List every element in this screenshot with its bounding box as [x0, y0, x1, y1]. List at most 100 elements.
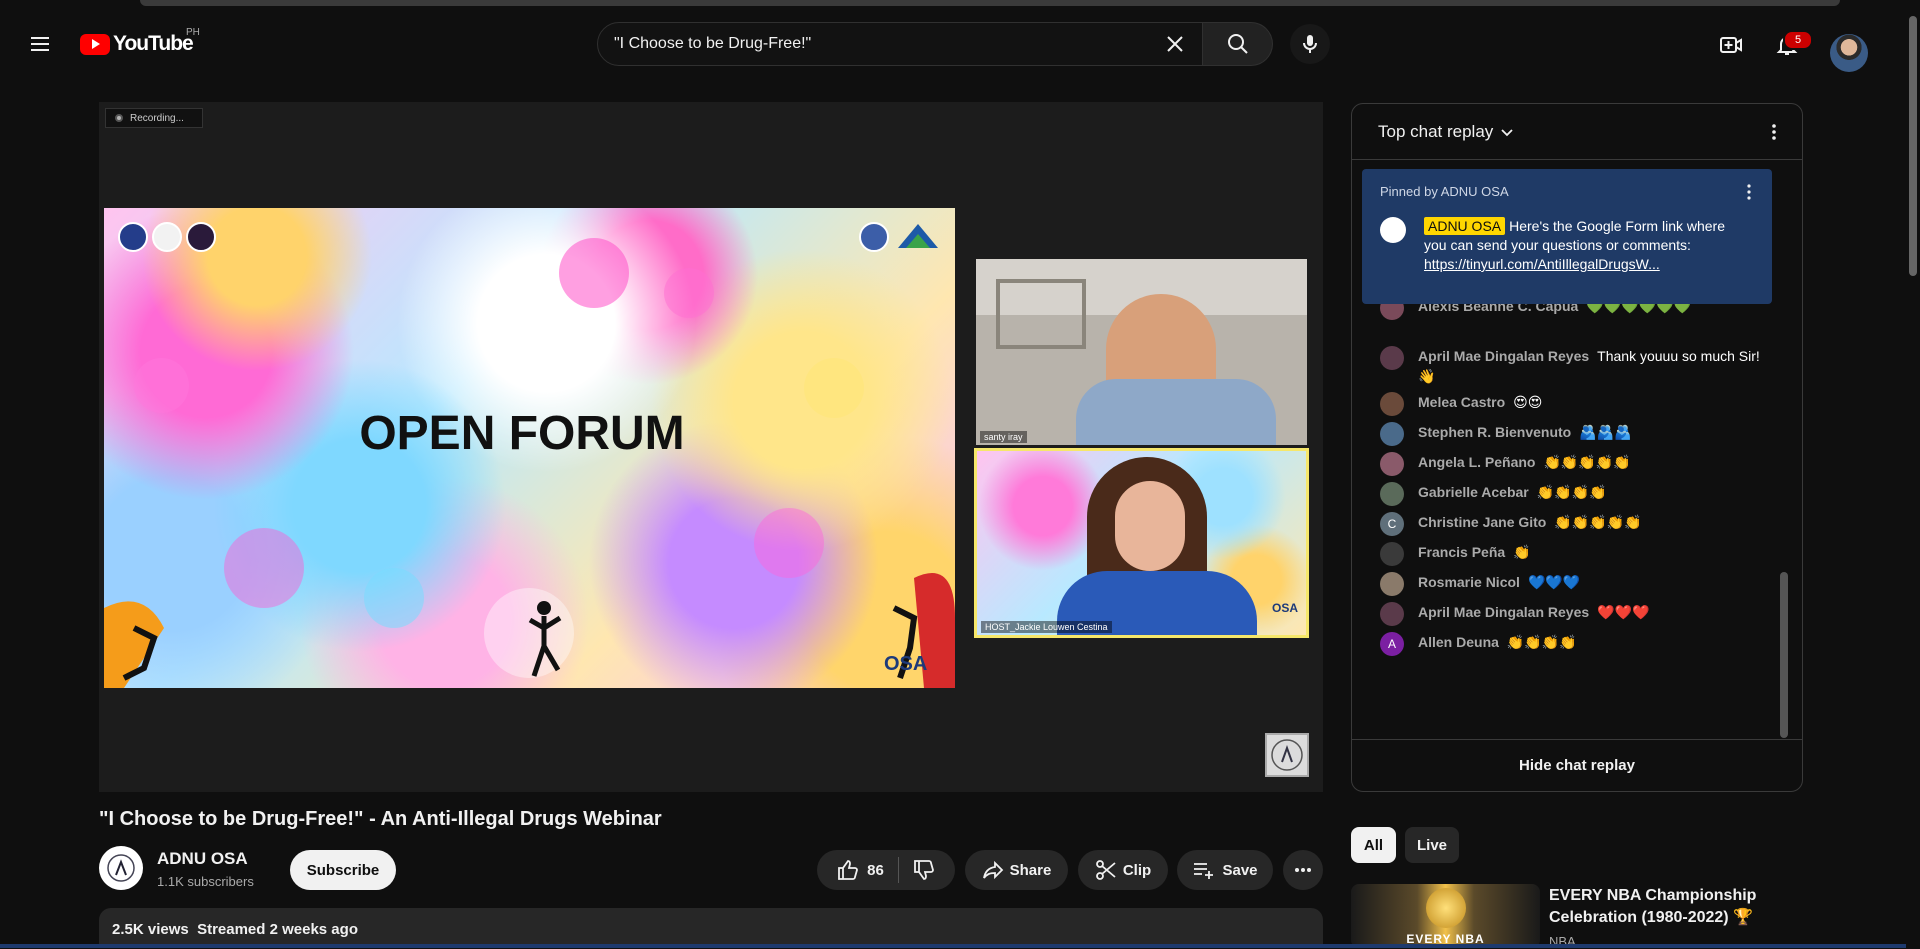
search-button[interactable] [1203, 22, 1273, 66]
chat-message-body: Stephen R. Bienvenuto 🫂🫂🫂 [1418, 422, 1632, 442]
chat-menu-icon[interactable] [1764, 122, 1784, 142]
chat-message: Stephen R. Bienvenuto 🫂🫂🫂 [1380, 422, 1780, 446]
youtube-logo[interactable]: YouTube PH [80, 27, 200, 56]
clear-search-icon[interactable] [1164, 33, 1186, 55]
chat-mode-label: Top chat replay [1378, 121, 1494, 141]
chat-author-avatar[interactable]: C [1380, 512, 1404, 536]
chat-author-avatar[interactable] [1380, 572, 1404, 596]
chat-header[interactable]: Top chat replay [1352, 104, 1802, 160]
chat-author-name[interactable]: April Mae Dingalan Reyes [1418, 604, 1589, 620]
save-label: Save [1222, 861, 1258, 879]
share-button[interactable]: Share [965, 850, 1068, 890]
osa-logo: OSA [1272, 601, 1299, 615]
channel-avatar[interactable] [99, 846, 143, 890]
play-icon [80, 33, 110, 55]
chat-author-avatar[interactable] [1380, 422, 1404, 446]
save-button[interactable]: Save [1177, 850, 1273, 890]
slide-title: OPEN FORUM [359, 407, 685, 460]
related-video-thumbnail[interactable]: EVERY NBA [1351, 884, 1540, 948]
chat-author-avatar[interactable] [1380, 482, 1404, 506]
browser-top-strip [0, 0, 1920, 8]
clip-button[interactable]: Clip [1078, 850, 1168, 890]
seal-logo [152, 222, 182, 252]
menu-icon[interactable] [24, 28, 56, 60]
chat-message-body: Francis Peña 👏 [1418, 542, 1531, 562]
related-video-title[interactable]: EVERY NBA Championship Celebration (1980… [1549, 885, 1779, 929]
pinned-author-avatar [1380, 217, 1406, 243]
hide-chat-button[interactable]: Hide chat replay [1352, 739, 1802, 791]
filter-chip-all[interactable]: All [1351, 827, 1396, 863]
recording-label: Recording... [130, 112, 184, 124]
chat-author-name[interactable]: April Mae Dingalan Reyes [1418, 348, 1589, 364]
chat-message: April Mae Dingalan Reyes Thank youuu so m… [1380, 346, 1780, 386]
video-player[interactable]: Recording... OPEN FORUM OSA santy iray O… [99, 102, 1323, 792]
header: YouTube PH 5 [0, 8, 1920, 80]
pinned-author-chip: ADNU OSA [1424, 217, 1506, 235]
chat-message: Angela L. Peñano 👏👏👏👏👏 [1380, 452, 1780, 476]
pinned-by-label: Pinned by ADNU OSA [1380, 184, 1509, 199]
chat-author-avatar[interactable] [1380, 452, 1404, 476]
chat-author-name[interactable]: Angela L. Peñano [1418, 454, 1535, 470]
stream-date: Streamed 2 weeks ago [197, 921, 358, 938]
like-button[interactable]: 86 [837, 859, 884, 881]
filter-chip-live[interactable]: Live [1405, 827, 1459, 863]
pinned-text: ADNU OSA Here's the Google Form link wher… [1424, 217, 1734, 274]
chat-message: Rosmarie Nicol 💙💙💙 [1380, 572, 1780, 596]
dislike-button[interactable] [913, 859, 935, 881]
share-icon [982, 860, 1003, 880]
chat-message: Gabrielle Acebar 👏👏👏👏 [1380, 482, 1780, 506]
chat-author-avatar[interactable] [1380, 392, 1404, 416]
scissors-icon [1095, 860, 1116, 880]
seal-logo [859, 222, 889, 252]
chat-message: Melea Castro 😍😍 [1380, 392, 1780, 416]
chat-message-body: Gabrielle Acebar 👏👏👏👏 [1418, 482, 1607, 502]
pinned-link[interactable]: https://tinyurl.com/AntiIllegalDrugsW... [1424, 256, 1660, 272]
search-icon [1227, 34, 1248, 54]
chat-author-avatar[interactable] [1380, 346, 1404, 370]
view-count: 2.5K views [112, 921, 189, 938]
chat-author-avatar[interactable] [1380, 602, 1404, 626]
playlist-add-icon [1194, 863, 1214, 879]
chat-message: April Mae Dingalan Reyes ❤️❤️❤️ [1380, 602, 1780, 626]
chat-message-text: 🫂🫂🫂 [1579, 424, 1632, 440]
chat-author-name[interactable]: Christine Jane Gito [1418, 514, 1546, 530]
create-video-icon[interactable] [1712, 26, 1750, 64]
description-box[interactable]: 2.5K views Streamed 2 weeks ago [99, 908, 1323, 948]
chat-author-name[interactable]: Francis Peña [1418, 544, 1505, 560]
chat-author-name[interactable]: Stephen R. Bienvenuto [1418, 424, 1571, 440]
logo-text: YouTube [113, 32, 194, 55]
presentation-slide: OPEN FORUM OSA [104, 208, 955, 688]
search-box[interactable] [597, 22, 1203, 66]
chat-message-body: April Mae Dingalan Reyes Thank youuu so m… [1418, 346, 1780, 386]
page-scrollbar[interactable] [1906, 0, 1920, 948]
host-name: HOST_Jackie Louwen Cestina [981, 621, 1112, 633]
chat-author-name[interactable]: Melea Castro [1418, 394, 1505, 410]
chevron-down-icon [1501, 128, 1513, 136]
channel-name[interactable]: ADNU OSA [157, 849, 248, 869]
chat-author-avatar[interactable]: A [1380, 632, 1404, 656]
chat-message-body: Angela L. Peñano 👏👏👏👏👏 [1418, 452, 1631, 472]
chat-author-name[interactable]: Allen Deuna [1418, 634, 1499, 650]
runner-illustration [528, 601, 562, 677]
voice-search-button[interactable] [1290, 24, 1330, 64]
chat-author-name[interactable]: Rosmarie Nicol [1418, 574, 1520, 590]
chat-author-name[interactable]: Gabrielle Acebar [1418, 484, 1529, 500]
more-actions-button[interactable] [1283, 850, 1323, 890]
taskbar-edge [0, 944, 1906, 948]
user-avatar[interactable] [1830, 34, 1868, 72]
country-code: PH [186, 27, 200, 38]
chat-scrollbar[interactable] [1780, 572, 1788, 738]
subscribe-button[interactable]: Subscribe [290, 850, 396, 890]
chat-message-body: Christine Jane Gito 👏👏👏👏👏 [1418, 512, 1642, 532]
chat-message-body: Rosmarie Nicol 💙💙💙 [1418, 572, 1580, 592]
thumbs-up-icon [838, 860, 859, 880]
participant-camera: santy iray [976, 259, 1307, 445]
pinned-message[interactable]: Pinned by ADNU OSA ADNU OSA Here's the Go… [1362, 169, 1772, 304]
pinned-menu-icon[interactable] [1740, 183, 1758, 201]
chat-author-avatar[interactable] [1380, 542, 1404, 566]
like-count: 86 [867, 861, 884, 879]
chat-message: C Christine Jane Gito 👏👏👏👏👏 [1380, 512, 1780, 536]
chat-message-body: Allen Deuna 👏👏👏👏 [1418, 632, 1577, 652]
search-input[interactable] [614, 35, 1164, 53]
chat-message-text: 👏 [1513, 544, 1531, 560]
